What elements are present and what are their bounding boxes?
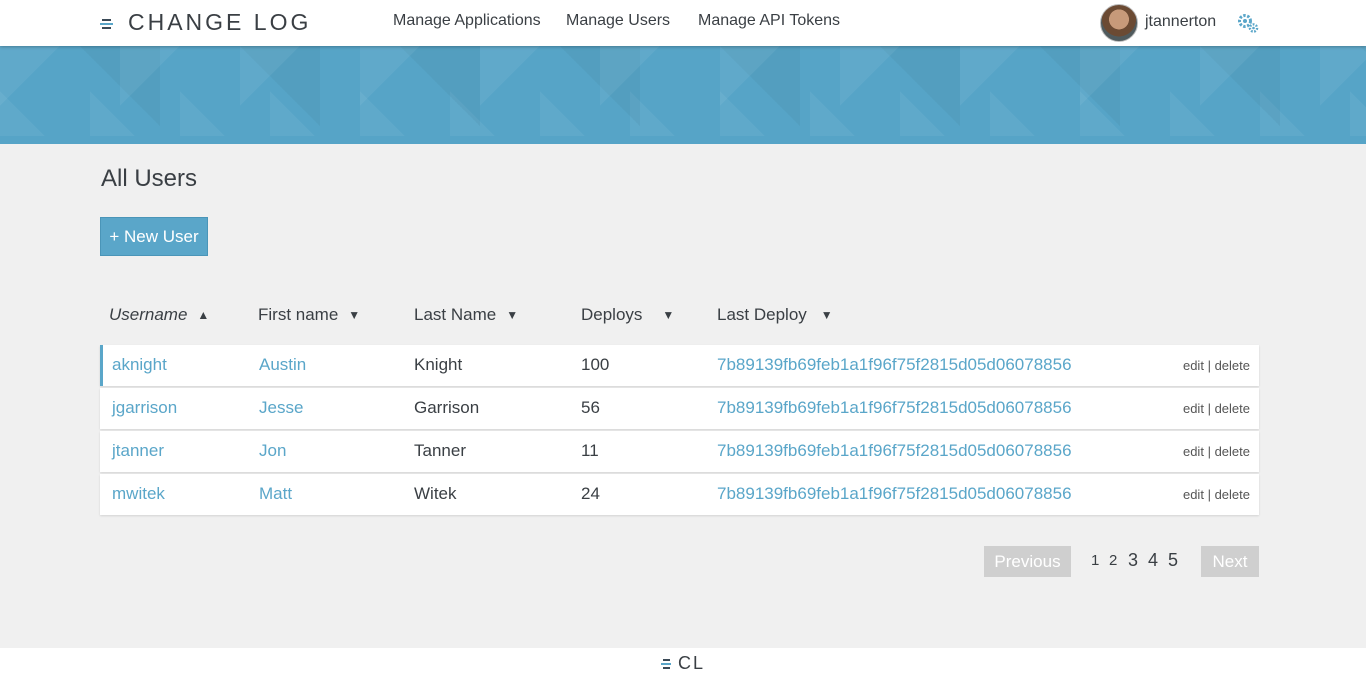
- last-name: Garrison: [414, 398, 480, 417]
- triangle-up-icon: ▲: [197, 308, 210, 322]
- triangle-down-icon: ▼: [662, 308, 675, 322]
- change-log-logo-icon: [100, 15, 116, 31]
- column-header-last-name[interactable]: Last Name ▼: [414, 305, 518, 325]
- app-logo[interactable]: CHANGE LOG: [100, 9, 311, 36]
- last-deploy-link[interactable]: 7b89139fb69feb1a1f96f75f2815d05d06078856: [717, 398, 1072, 418]
- nav-manage-applications[interactable]: Manage Applications: [393, 12, 541, 30]
- edit-link[interactable]: edit: [1183, 358, 1204, 373]
- column-label: Username: [109, 305, 188, 324]
- next-page-button[interactable]: Next: [1201, 546, 1259, 577]
- footer-logo[interactable]: CL: [660, 652, 705, 674]
- triangle-down-icon: ▼: [348, 308, 361, 322]
- last-name: Witek: [414, 484, 457, 503]
- page-number-2[interactable]: 2: [1109, 552, 1117, 569]
- separator: |: [1207, 487, 1211, 502]
- column-label: First name: [258, 305, 339, 324]
- table-row[interactable]: mwitek Matt Witek 24 7b89139fb69feb1a1f9…: [100, 474, 1259, 515]
- page-number-3[interactable]: 3: [1128, 550, 1138, 571]
- nav-manage-users[interactable]: Manage Users: [566, 12, 670, 30]
- triangle-down-icon: ▼: [820, 308, 833, 322]
- column-header-first-name[interactable]: First name ▼: [258, 305, 360, 325]
- username-link[interactable]: aknight: [112, 355, 167, 375]
- column-label: Deploys: [581, 305, 643, 324]
- delete-link[interactable]: delete: [1215, 401, 1250, 416]
- column-label: Last Deploy: [717, 305, 807, 324]
- last-deploy-link[interactable]: 7b89139fb69feb1a1f96f75f2815d05d06078856: [717, 484, 1072, 504]
- nav-manage-api-tokens[interactable]: Manage API Tokens: [698, 12, 840, 30]
- first-name-link[interactable]: Jesse: [259, 398, 303, 418]
- edit-link[interactable]: edit: [1183, 444, 1204, 459]
- edit-link[interactable]: edit: [1183, 487, 1204, 502]
- logo-text: CHANGE LOG: [128, 9, 312, 35]
- column-header-username[interactable]: Username ▲: [109, 305, 209, 325]
- username-link[interactable]: jgarrison: [112, 398, 177, 418]
- column-header-deploys[interactable]: Deploys ▼: [581, 305, 674, 325]
- change-log-logo-icon: [660, 656, 673, 670]
- previous-page-button[interactable]: Previous: [984, 546, 1071, 577]
- row-actions: edit | delete: [1183, 401, 1250, 416]
- avatar[interactable]: [1100, 4, 1138, 42]
- first-name-link[interactable]: Jon: [259, 441, 286, 461]
- new-user-button[interactable]: + New User: [100, 217, 208, 256]
- page-number-1[interactable]: 1: [1091, 552, 1099, 569]
- username-link[interactable]: jtanner: [112, 441, 164, 461]
- separator: |: [1207, 358, 1211, 373]
- last-deploy-link[interactable]: 7b89139fb69feb1a1f96f75f2815d05d06078856: [717, 355, 1072, 375]
- hero-banner: [0, 46, 1366, 144]
- delete-link[interactable]: delete: [1215, 444, 1250, 459]
- deploys-count: 24: [581, 484, 600, 503]
- deploys-count: 100: [581, 355, 610, 374]
- deploys-count: 11: [581, 441, 599, 460]
- gears-icon[interactable]: [1236, 12, 1260, 34]
- row-actions: edit | delete: [1183, 358, 1250, 373]
- first-name-link[interactable]: Matt: [259, 484, 292, 504]
- row-actions: edit | delete: [1183, 444, 1250, 459]
- edit-link[interactable]: edit: [1183, 401, 1204, 416]
- top-navbar: CHANGE LOG Manage Applications Manage Us…: [0, 0, 1366, 46]
- current-username[interactable]: jtannerton: [1145, 13, 1216, 31]
- table-row[interactable]: jgarrison Jesse Garrison 56 7b89139fb69f…: [100, 388, 1259, 429]
- delete-link[interactable]: delete: [1215, 358, 1250, 373]
- column-label: Last Name: [414, 305, 497, 324]
- first-name-link[interactable]: Austin: [259, 355, 306, 375]
- delete-link[interactable]: delete: [1215, 487, 1250, 502]
- table-row[interactable]: aknight Austin Knight 100 7b89139fb69feb…: [100, 345, 1259, 386]
- column-header-last-deploy[interactable]: Last Deploy ▼: [717, 305, 833, 325]
- username-link[interactable]: mwitek: [112, 484, 165, 504]
- footer: CL: [0, 648, 1366, 678]
- page-title: All Users: [101, 165, 198, 192]
- deploys-count: 56: [581, 398, 600, 417]
- last-name: Tanner: [414, 441, 466, 460]
- separator: |: [1207, 444, 1211, 459]
- page-number-5[interactable]: 5: [1168, 550, 1178, 571]
- table-row[interactable]: jtanner Jon Tanner 11 7b89139fb69feb1a1f…: [100, 431, 1259, 472]
- separator: |: [1207, 401, 1211, 416]
- page-number-4[interactable]: 4: [1148, 550, 1158, 571]
- footer-logo-text: CL: [677, 652, 705, 673]
- row-actions: edit | delete: [1183, 487, 1250, 502]
- last-deploy-link[interactable]: 7b89139fb69feb1a1f96f75f2815d05d06078856: [717, 441, 1072, 461]
- last-name: Knight: [414, 355, 463, 374]
- triangle-down-icon: ▼: [506, 308, 519, 322]
